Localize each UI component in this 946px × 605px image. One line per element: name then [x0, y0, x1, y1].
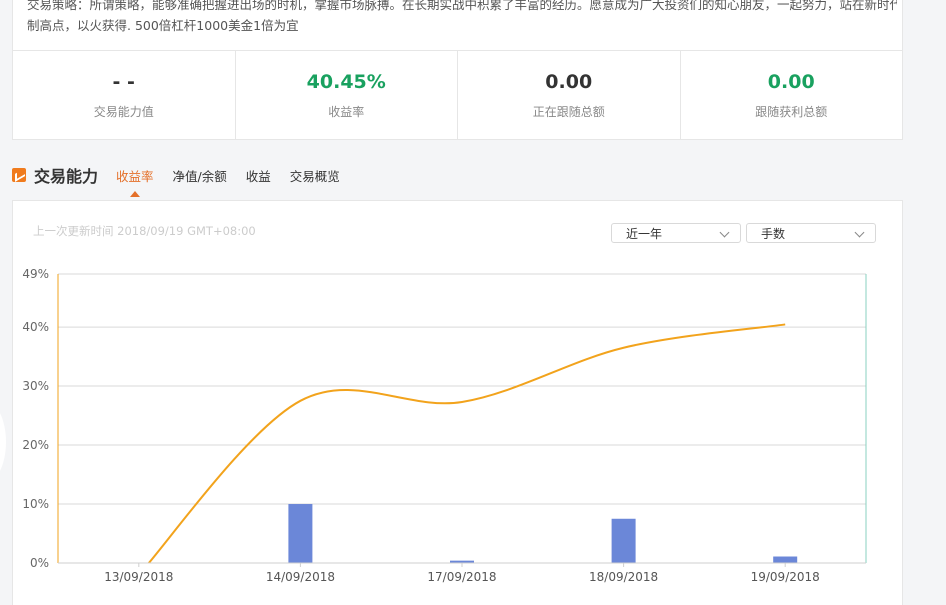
tab-return-rate[interactable]: 收益率: [116, 166, 154, 197]
stat-return-rate-label: 收益率: [328, 105, 365, 119]
x-tick-label: 18/09/2018: [589, 570, 658, 584]
strategy-line-1: 交易策略：所谓策略，能够准确把握进出场的时机，掌握市场脉搏。在长期实战中积累了丰…: [27, 0, 897, 12]
section-header: 交易能力 收益率 净值/余额 收益 交易概览: [12, 160, 359, 197]
chart-icon: [12, 168, 26, 182]
stat-return-rate-value: 40.45%: [306, 71, 386, 93]
y-tick-label: 30%: [22, 379, 49, 393]
y-tick-label: 0%: [30, 556, 49, 570]
stat-follow-profit-label: 跟随获利总额: [755, 105, 828, 119]
stat-return-rate: 40.45% 收益率: [236, 51, 458, 140]
tab-equity-balance[interactable]: 净值/余额: [173, 166, 227, 185]
background-decoration: [0, 400, 6, 484]
section-title: 交易能力: [34, 167, 99, 186]
stat-ability-value: - -: [112, 71, 135, 93]
strategy-line-2: 制高点，以火获得. 500倍杠杆1000美金1倍为宜: [27, 18, 299, 33]
chart-panel: 上一次更新时间 2018/09/19 GMT+08:00 近一年 手数 0% 10…: [12, 200, 903, 605]
stat-follow-profit: 0.00 跟随获利总额: [681, 51, 903, 140]
profile-card: 交易策略：所谓策略，能够准确把握进出场的时机，掌握市场脉搏。在长期实战中积累了丰…: [12, 0, 903, 140]
y-tick-label: 10%: [22, 497, 49, 511]
stat-ability-label: 交易能力值: [93, 105, 154, 119]
bar: [611, 518, 636, 563]
stat-following-total: 0.00 正在跟随总额: [458, 51, 681, 140]
x-tick-label: 14/09/2018: [266, 570, 335, 584]
return-rate-chart: 0% 10% 20% 30% 40% 49% 13/09/2018 14/09/2018 17/…: [22, 267, 867, 584]
x-tick-label: 13/09/2018: [104, 570, 173, 584]
bar: [288, 504, 313, 563]
y-tick-label: 49%: [22, 267, 49, 281]
stat-ability: - - 交易能力值: [13, 51, 236, 140]
tab-bar: 收益率 净值/余额 收益 交易概览: [116, 166, 359, 197]
x-tick-label: 19/09/2018: [751, 570, 820, 584]
tab-profit[interactable]: 收益: [246, 166, 271, 185]
strategy-description: 交易策略：所谓策略，能够准确把握进出场的时机，掌握市场脉搏。在长期实战中积累了丰…: [27, 0, 897, 36]
stat-follow-profit-value: 0.00: [767, 71, 815, 93]
bar: [773, 556, 798, 563]
stat-following-total-label: 正在跟随总额: [532, 105, 605, 119]
stat-following-total-value: 0.00: [545, 71, 593, 93]
series-line: [147, 323, 786, 563]
y-tick-label: 20%: [22, 438, 49, 452]
y-tick-label: 40%: [22, 320, 49, 334]
x-tick-label: 17/09/2018: [427, 570, 496, 584]
tab-trading-overview[interactable]: 交易概览: [290, 166, 340, 185]
stats-row: - - 交易能力值 40.45% 收益率 0.00 正在跟随总额 0.00 跟随…: [13, 50, 902, 140]
